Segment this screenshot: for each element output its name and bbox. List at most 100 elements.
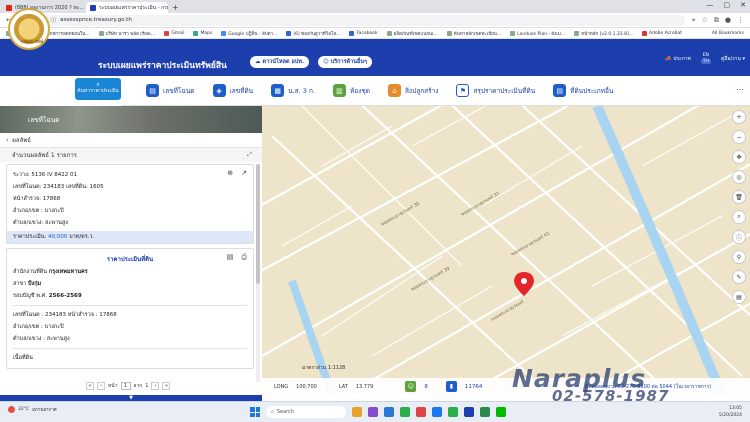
bookmark-item[interactable]: ผลิตภัณฑ์เขตแปลนเ... xyxy=(386,30,438,37)
bookmark-item[interactable]: Adobe Acrobat xyxy=(642,30,682,36)
info-icon[interactable]: ⓘ xyxy=(732,230,746,244)
taskbar-apps xyxy=(352,407,506,417)
other-services-button[interactable]: ☺ บริการด้านอื่นๆ xyxy=(318,56,372,68)
open-detail-icon[interactable]: ↗ xyxy=(241,169,247,177)
excel-icon[interactable] xyxy=(480,407,490,417)
announce-link[interactable]: 📣 ประกาศ xyxy=(665,55,690,63)
extensions-icon[interactable]: ⧉ xyxy=(714,16,719,25)
gmail-icon xyxy=(164,30,170,36)
window-controls: — ▢ ✕ xyxy=(707,1,747,9)
taskbar-search[interactable]: ⌕ Search xyxy=(266,406,346,418)
browser-tab-treasury[interactable]: ระบบเผยแพร่ราคาประเมิน - กรมธนา... ✕ xyxy=(86,2,168,13)
app-icon[interactable] xyxy=(464,407,474,417)
bookmark-item[interactable]: Gmail xyxy=(164,30,184,36)
language-switch[interactable]: EN TH xyxy=(700,53,711,64)
result-count: จำนวนผลลัพธ์ 1 รายการ ⤢ xyxy=(0,148,262,162)
bookmark-item[interactable]: Landuse Plan - ผังเม... xyxy=(510,30,565,37)
location-icon[interactable]: ⌖ xyxy=(692,16,696,25)
bookmark-item[interactable]: ค้นหาหลักเขตทะเบียน... xyxy=(446,30,501,37)
download-button[interactable]: ☁ ดาวน์โหลด อปท. xyxy=(250,56,309,68)
acrobat-icon[interactable] xyxy=(416,407,426,417)
maximize-icon[interactable]: ▢ xyxy=(724,1,731,9)
land-icon: ◈ xyxy=(212,84,226,97)
window-close-icon[interactable]: ✕ xyxy=(740,1,746,9)
assessment-search-badge[interactable]: ⌕ ค้นหาราคาประเมิน xyxy=(74,77,122,101)
subdistrict: ตำบล/แขวง : สะพานสูง xyxy=(13,336,70,342)
nav-building[interactable]: ⌂ สิ่งปลูกสร้าง xyxy=(387,84,438,97)
measure-icon[interactable]: ⌕ xyxy=(732,210,746,224)
nav-other-land[interactable]: ▤ ที่ดินประเภทอื่น xyxy=(553,84,613,97)
bookmark-star-icon[interactable]: ☆ xyxy=(702,16,708,25)
profile-icon[interactable]: ● xyxy=(725,16,731,25)
first-page-button[interactable]: « xyxy=(86,382,94,390)
facebook-icon[interactable] xyxy=(432,407,442,417)
bookmark-item[interactable]: Maps xyxy=(193,30,212,36)
land-price-card: ▤ ⎙ ราคาประเมินที่ดิน สำนักงานที่ดิน กรุ… xyxy=(6,248,254,369)
more-menu-icon[interactable]: ⋯ xyxy=(736,85,744,94)
url-input[interactable]: ⓘ assessprice.treasury.go.th xyxy=(44,14,685,26)
bookmark-item[interactable]: Facebook xyxy=(349,30,378,36)
line-icon[interactable] xyxy=(496,407,506,417)
bookmark-icon xyxy=(510,30,516,36)
layers-icon[interactable]: ▤ xyxy=(732,290,746,304)
nav-deed-number[interactable]: ▤ เลขที่โฉนด xyxy=(146,84,195,97)
nav-land-summary[interactable]: ⚑ สรุปราคาประเมินที่ดิน xyxy=(456,84,535,97)
result-card[interactable]: ⊕ ↗ ระวาง: 5136 IV 8422 01 เลขที่โฉนด: 2… xyxy=(6,164,254,244)
system-clock[interactable]: 13:05 5/20/2024 xyxy=(719,405,742,419)
address-bar: ← → ↻ ⓘ assessprice.treasury.go.th ⌖ ☆ ⧉… xyxy=(0,13,750,28)
nav-condo[interactable]: ▥ ห้องชุด xyxy=(332,84,370,97)
map-view[interactable]: ซอยพระยาสุเรนทร์ 35 ซอยพระยาสุเรนทร์ 37 … xyxy=(262,106,750,395)
next-page-button[interactable]: › xyxy=(151,382,160,390)
nav-land-number[interactable]: ◈ เลขที่ดิน xyxy=(212,84,253,97)
bookmark-icon xyxy=(446,30,452,36)
site-info-icon[interactable]: ⓘ xyxy=(51,16,57,24)
location-pin-icon[interactable] xyxy=(514,272,534,296)
weather-widget[interactable]: 32°C สภาพอากาศ xyxy=(8,406,57,413)
pin-icon[interactable]: ⚲ xyxy=(732,250,746,264)
edge-icon[interactable] xyxy=(384,407,394,417)
bookmark-item[interactable]: หน้าหลัก [v2.0.1.33.8]... xyxy=(574,30,633,37)
expand-icon[interactable]: ⤢ xyxy=(247,151,252,159)
divider xyxy=(13,348,247,349)
address-icons: ⌖ ☆ ⧉ ● ⋮ xyxy=(692,16,744,25)
site-title: ระบบเผยแพร่ราคาประเมินทรัพย์สิน xyxy=(98,61,227,71)
file-explorer-icon[interactable] xyxy=(352,407,362,417)
minimize-icon[interactable]: — xyxy=(707,1,714,9)
survey-page: หน้าสำรวจ: 17868 xyxy=(13,196,61,202)
draw-icon[interactable]: ✎ xyxy=(732,270,746,284)
locate-icon[interactable]: ⊕ xyxy=(227,169,233,177)
delete-icon[interactable]: 🗑 xyxy=(732,190,746,204)
acrobat-icon xyxy=(642,30,647,36)
bookmark-item[interactable]: (6) ซองกันสู่วาที่วิลโล... xyxy=(286,30,340,37)
zoom-out-icon[interactable]: − xyxy=(732,130,746,144)
bookmark-item[interactable]: Google ปฏิทิน - สัปดา... xyxy=(221,30,277,37)
pan-icon[interactable]: ✥ xyxy=(732,150,746,164)
page-input[interactable]: 1 xyxy=(120,382,131,390)
app-icon[interactable] xyxy=(368,407,378,417)
all-bookmarks[interactable]: All Bookmarks xyxy=(712,31,744,36)
pagination: « ‹ หน้า 1 จาก 1 › » xyxy=(86,381,171,391)
line-icon[interactable] xyxy=(448,407,458,417)
card-tools: ▤ ⎙ xyxy=(227,253,247,262)
my-location-icon[interactable]: ◎ xyxy=(732,170,746,184)
stats-icon: ▮ xyxy=(445,381,457,392)
prev-page-button[interactable]: ‹ xyxy=(97,382,105,390)
nav-ns3k[interactable]: ▦ น.ส. 3 ก. xyxy=(271,84,315,97)
canal xyxy=(592,106,727,395)
bookmark-item[interactable]: บริษัท นารา พลัส เรียลเ... xyxy=(98,30,155,37)
scrollbar-thumb[interactable] xyxy=(256,164,260,284)
zoom-in-icon[interactable]: + xyxy=(732,110,746,124)
panel-scrollbar[interactable] xyxy=(256,164,260,382)
menu-icon[interactable]: ⋮ xyxy=(737,16,744,25)
card-tools: ⊕ ↗ xyxy=(227,169,247,177)
browser-tab-youtube[interactable]: (888) ผลงานการ 2020 ? ทะ... ✕ xyxy=(2,2,84,13)
print-icon[interactable]: ⎙ xyxy=(241,253,247,262)
chrome-icon[interactable] xyxy=(400,407,410,417)
new-tab-button[interactable]: + xyxy=(172,2,179,13)
manual-link[interactable]: คู่มือ/งาน ▾ xyxy=(721,55,745,63)
back-to-results[interactable]: ‹ ผลลัพธ์ xyxy=(0,133,262,148)
report-icon[interactable]: ▤ xyxy=(227,253,234,262)
start-button[interactable] xyxy=(250,407,260,417)
calendar-icon xyxy=(221,30,227,36)
last-page-button[interactable]: » xyxy=(162,382,171,390)
